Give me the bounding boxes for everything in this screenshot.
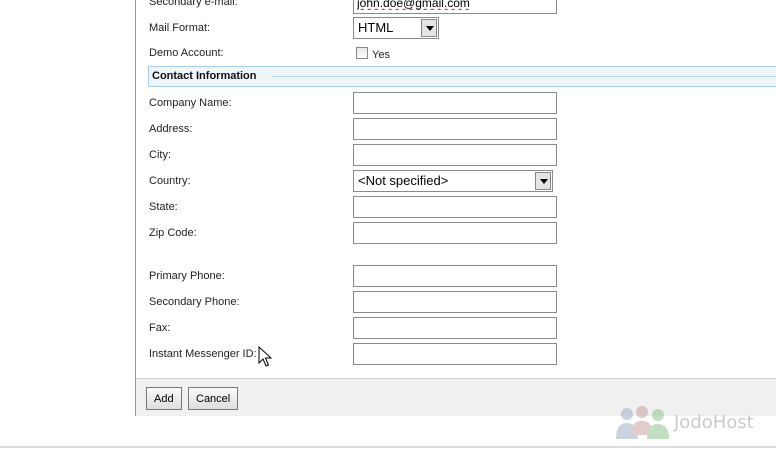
contact-information-header: Contact Information — [148, 66, 776, 87]
demo-account-label: Demo Account: — [149, 47, 224, 59]
country-value: <Not specified> — [358, 173, 449, 188]
secondary-email-field[interactable] — [353, 0, 557, 14]
cancel-button[interactable]: Cancel — [188, 387, 239, 410]
city-label: City: — [149, 149, 171, 161]
company-name-field[interactable] — [353, 92, 557, 114]
mail-format-value: HTML — [358, 20, 394, 35]
chevron-down-icon[interactable] — [535, 172, 551, 190]
city-field[interactable] — [353, 144, 557, 166]
company-name-label: Company Name: — [149, 97, 232, 109]
state-field[interactable] — [353, 196, 557, 218]
secondary-email-label: Secondary e-mail: — [149, 0, 238, 8]
demo-account-checkbox[interactable] — [356, 47, 368, 59]
demo-account-option-label: Yes — [372, 49, 390, 61]
state-label: State: — [149, 201, 178, 213]
fax-label: Fax: — [149, 322, 171, 334]
secondary-phone-field[interactable] — [353, 291, 557, 313]
mouse-pointer-icon — [258, 346, 272, 367]
primary-phone-field[interactable] — [353, 265, 557, 287]
watermark-text: JodoHost — [674, 412, 754, 433]
fax-field[interactable] — [353, 317, 557, 339]
secondary-phone-label: Secondary Phone: — [149, 296, 240, 308]
primary-phone-label: Primary Phone: — [149, 270, 225, 282]
jodohost-watermark: JodoHost — [612, 403, 774, 443]
form-panel: Secondary e-mail: Mail Format: HTML Demo… — [135, 0, 776, 416]
add-button[interactable]: Add — [146, 387, 182, 410]
chevron-down-icon[interactable] — [421, 19, 437, 37]
zip-code-field[interactable] — [353, 222, 557, 244]
address-field[interactable] — [353, 118, 557, 140]
country-label: Country: — [149, 175, 191, 187]
mail-format-select[interactable]: HTML — [353, 17, 439, 39]
instant-messenger-label: Instant Messenger ID: — [149, 348, 257, 360]
instant-messenger-field[interactable] — [353, 343, 557, 365]
country-select[interactable]: <Not specified> — [353, 170, 553, 192]
section-title: Contact Information — [152, 70, 257, 82]
people-logo-icon — [616, 406, 669, 439]
section-divider — [271, 76, 776, 77]
mail-format-label: Mail Format: — [149, 22, 211, 34]
address-label: Address: — [149, 123, 193, 135]
page-divider — [0, 446, 776, 448]
zip-code-label: Zip Code: — [149, 227, 197, 239]
